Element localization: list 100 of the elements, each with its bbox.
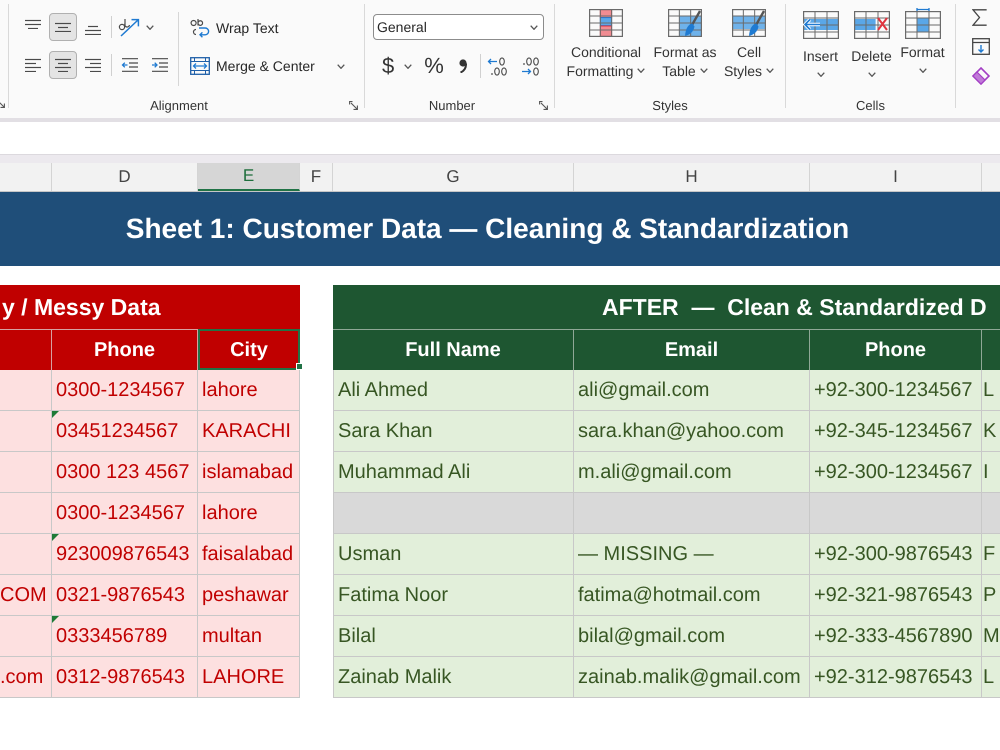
align-middle-button[interactable] bbox=[49, 13, 77, 41]
align-center-button[interactable] bbox=[49, 51, 77, 79]
table-cell: L bbox=[982, 657, 1000, 698]
caret-icon bbox=[146, 24, 154, 30]
table-cell: Zainab Malik bbox=[333, 657, 574, 698]
column-header[interactable]: G bbox=[333, 163, 574, 191]
align-center-icon bbox=[55, 58, 71, 72]
table-cell: LAHORE bbox=[198, 657, 300, 698]
decimal-arrow-left-icon bbox=[486, 56, 509, 76]
column-header[interactable]: D bbox=[52, 163, 198, 191]
dialog-launcher-icon[interactable] bbox=[539, 100, 548, 110]
table-header-cell: City bbox=[198, 329, 300, 370]
table-cell: Sara Khan bbox=[333, 411, 574, 452]
column-header[interactable]: E bbox=[198, 163, 300, 191]
table-cell bbox=[0, 616, 52, 657]
cell-brush-icon bbox=[732, 9, 766, 37]
insert-button[interactable]: Insert bbox=[795, 0, 846, 95]
sigma-icon bbox=[972, 9, 987, 26]
table-cell: 0300-1234567 bbox=[52, 370, 198, 411]
caret-icon bbox=[637, 68, 646, 74]
wrap-text-button[interactable]: Wrap Text bbox=[188, 14, 347, 42]
delete-button[interactable]: Delete bbox=[846, 0, 897, 95]
table-cell: KARACHI bbox=[198, 411, 300, 452]
table-cell: m.ali@gmail.com bbox=[574, 452, 810, 493]
table-cell: ali@gmail.com bbox=[574, 370, 810, 411]
table-cell: F bbox=[982, 534, 1000, 575]
insert-cells-icon bbox=[802, 11, 838, 39]
table-cell: +92-345-1234567 bbox=[810, 411, 982, 452]
cell-styles-button[interactable]: Cell Styles bbox=[723, 0, 775, 95]
table-header-cell: Full Name bbox=[333, 329, 574, 370]
table-header-cell bbox=[982, 329, 1000, 370]
table-cell: bilal@gmail.com bbox=[574, 616, 810, 657]
table-cell: +92-300-1234567 bbox=[810, 452, 982, 493]
caret-icon bbox=[404, 64, 412, 68]
table-cell: L bbox=[982, 370, 1000, 411]
table-cell: +92-312-9876543 bbox=[810, 657, 982, 698]
table-cell: P bbox=[982, 575, 1000, 616]
table-cell bbox=[0, 493, 52, 534]
column-header[interactable]: I bbox=[810, 163, 982, 191]
table-cell: 0321-9876543 bbox=[52, 575, 198, 616]
table-cell: — MISSING — bbox=[574, 534, 810, 575]
percent-button[interactable]: % bbox=[422, 55, 446, 77]
table-cell: +92-300-1234567 bbox=[810, 370, 982, 411]
table-cell: Ali Ahmed bbox=[333, 370, 574, 411]
table-cell: 0300 123 4567 bbox=[52, 452, 198, 493]
table-cell: lahore bbox=[198, 370, 300, 411]
caret-icon bbox=[868, 72, 876, 77]
align-top-icon bbox=[25, 19, 41, 29]
table-cell: I bbox=[982, 452, 1000, 493]
eraser-icon bbox=[972, 67, 990, 85]
caret-icon bbox=[530, 24, 538, 30]
currency-button[interactable]: $ bbox=[380, 55, 414, 77]
align-bottom-icon bbox=[85, 25, 101, 35]
table-header-cell: Phone bbox=[810, 329, 982, 370]
fill-button[interactable] bbox=[972, 38, 990, 55]
caret-icon bbox=[336, 64, 345, 68]
column-header[interactable]: H bbox=[574, 163, 810, 191]
align-left-icon bbox=[25, 58, 41, 72]
table-cell bbox=[0, 534, 52, 575]
group-label: Styles bbox=[651, 98, 689, 112]
table-cell: lahore bbox=[198, 493, 300, 534]
conditional-formatting-button[interactable]: Conditional Formatting bbox=[565, 0, 647, 95]
highlighted-grid-icon bbox=[589, 9, 623, 37]
caret-icon bbox=[766, 68, 774, 74]
table-cell: multan bbox=[198, 616, 300, 657]
table-cell: M bbox=[982, 616, 1000, 657]
table-cell: +92-300-9876543 bbox=[810, 534, 982, 575]
align-middle-icon bbox=[55, 22, 71, 32]
table-cell: 0333456789 bbox=[52, 616, 198, 657]
table-cell: 0300-1234567 bbox=[52, 493, 198, 534]
fill-handle[interactable] bbox=[296, 363, 303, 370]
format-cells-icon bbox=[904, 7, 940, 39]
delete-cells-icon bbox=[854, 11, 890, 39]
table-cell bbox=[982, 493, 1000, 534]
group-label: Number bbox=[428, 98, 476, 112]
table-cell: COM bbox=[0, 575, 52, 616]
dialog-launcher-icon[interactable] bbox=[349, 100, 358, 110]
angled-arrow-icon bbox=[118, 17, 140, 37]
merge-center-button[interactable]: Merge & Center bbox=[188, 52, 347, 80]
comma-icon bbox=[458, 59, 467, 73]
table-cell bbox=[0, 411, 52, 452]
table-cell: sara.khan@yahoo.com bbox=[574, 411, 810, 452]
table-cell: Bilal bbox=[333, 616, 574, 657]
number-format-dropdown[interactable]: General bbox=[373, 14, 544, 40]
indent-right-icon bbox=[151, 58, 169, 72]
column-header[interactable]: F bbox=[300, 163, 333, 191]
table-cell: +92-321-9876543 bbox=[810, 575, 982, 616]
clear-button[interactable] bbox=[972, 67, 990, 85]
table-cell: Fatima Noor bbox=[333, 575, 574, 616]
format-button[interactable]: Format bbox=[897, 0, 948, 95]
format-as-table-button[interactable]: Format as Table bbox=[647, 0, 723, 95]
table-cell: .com bbox=[0, 657, 52, 698]
table-cell: K bbox=[982, 411, 1000, 452]
table-cell: 923009876543 bbox=[52, 534, 198, 575]
caret-icon bbox=[700, 68, 708, 74]
group-label: Cells bbox=[855, 98, 886, 112]
table-cell: zainab.malik@gmail.com bbox=[574, 657, 810, 698]
caret-icon bbox=[918, 68, 926, 73]
align-right-icon bbox=[85, 58, 101, 72]
table-header-cell: Phone bbox=[52, 329, 198, 370]
